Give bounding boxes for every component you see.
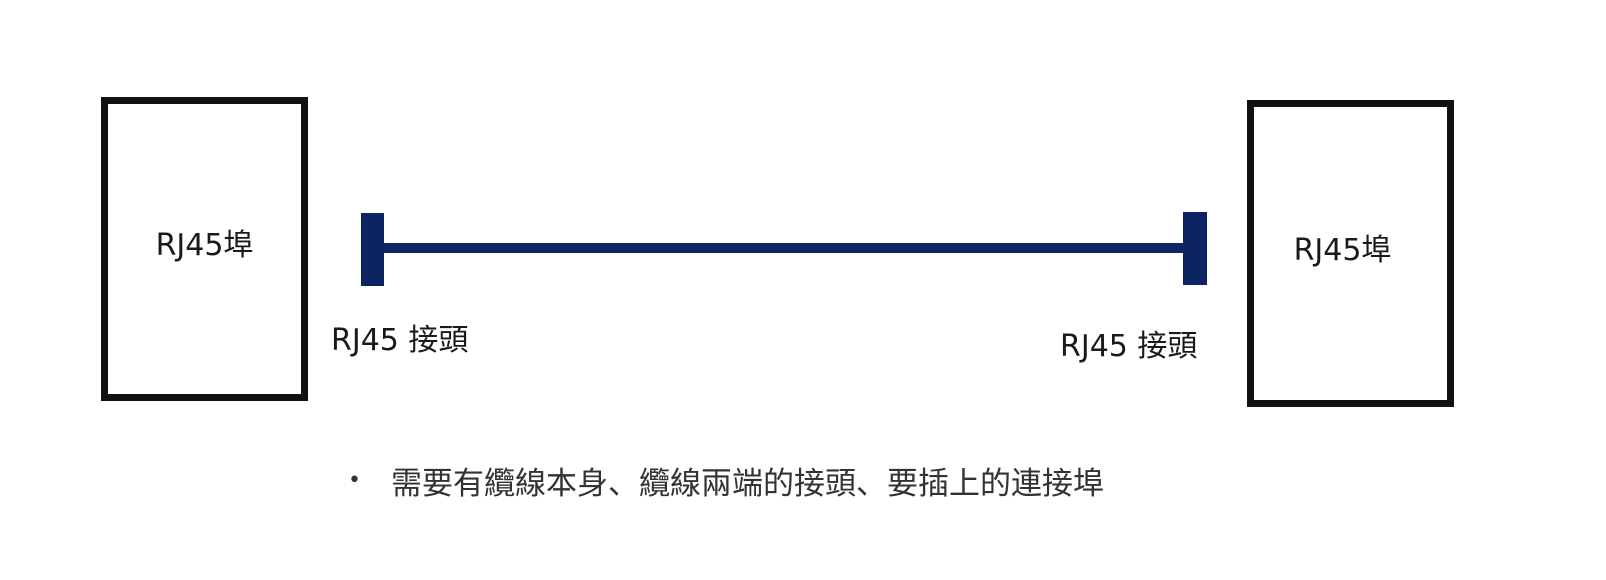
rj45-connector-left-label: RJ45 接頭 <box>331 323 469 358</box>
bullet-item: • 需要有纜線本身、纜線兩端的接頭、要插上的連接埠 <box>348 458 1104 503</box>
rj45-connector-left <box>361 213 384 286</box>
rj45-connector-right <box>1183 212 1207 285</box>
bullet-dot-icon: • <box>348 468 361 493</box>
bullet-text: 需要有纜線本身、纜線兩端的接頭、要插上的連接埠 <box>390 466 1104 502</box>
rj45-connector-right-label: RJ45 接頭 <box>1060 329 1198 364</box>
cable-line <box>384 243 1183 253</box>
